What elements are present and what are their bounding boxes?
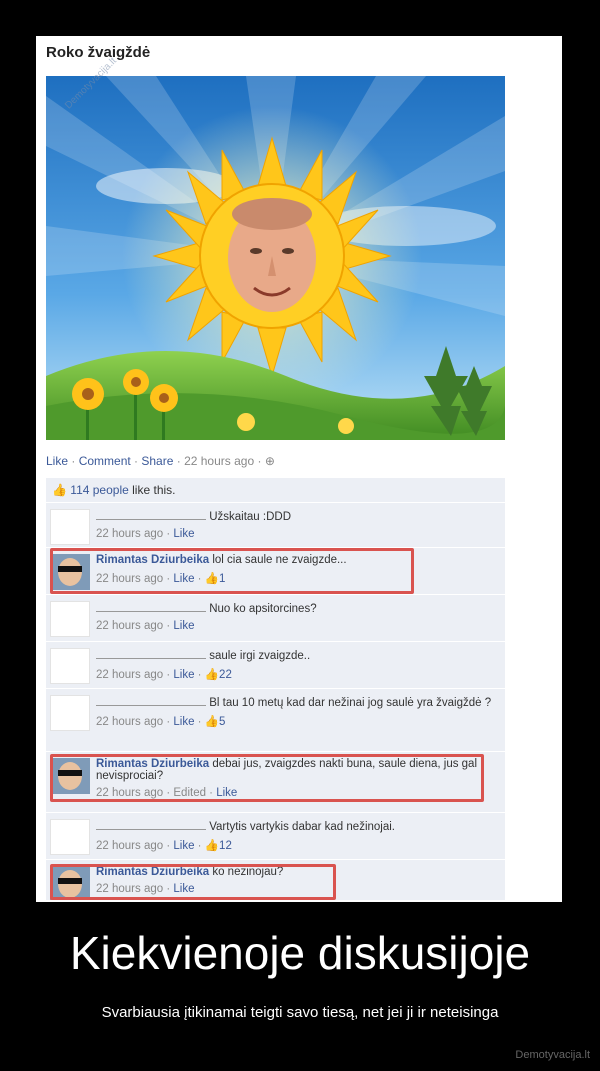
avatar-image (50, 866, 90, 900)
comment-link[interactable]: Comment (79, 454, 131, 468)
comment-text: Užskaitau :DDD (209, 511, 292, 523)
comment-list: Užskaitau :DDD 22 hours ago · Like Riman… (46, 503, 505, 900)
comment-time[interactable]: 22 hours ago (96, 620, 163, 632)
comment-like-link[interactable]: Like (173, 669, 194, 681)
like-count-value: 12 (219, 840, 232, 852)
comment-time[interactable]: 22 hours ago (96, 528, 163, 540)
avatar[interactable] (50, 866, 90, 900)
redacted-name (96, 509, 206, 520)
avatar[interactable] (50, 554, 90, 590)
comment-like-count[interactable]: 👍12 (205, 840, 232, 852)
comment-like-count[interactable]: 👍22 (205, 669, 232, 681)
comment-time[interactable]: 22 hours ago (96, 787, 163, 799)
comment: Rimantas Dziurbeika lol cia saule ne zva… (46, 548, 505, 595)
comment-like-link[interactable]: Like (173, 620, 194, 632)
thumbs-up-icon: 👍 (52, 483, 67, 497)
avatar[interactable] (50, 601, 90, 637)
caption-subtitle: Svarbiausia įtikinamai teigti savo tiesą… (101, 1004, 499, 1021)
likes-count-link[interactable]: 114 people (70, 483, 129, 497)
comment-like-count[interactable]: 👍5 (205, 716, 226, 728)
comment-like-count[interactable]: 👍1 (205, 573, 226, 585)
avatar-image (50, 758, 90, 794)
comment-text: lol cia saule ne zvaigzde... (212, 554, 347, 566)
comment-time[interactable]: 22 hours ago (96, 669, 163, 681)
comment-like-link[interactable]: Like (173, 883, 194, 895)
avatar[interactable] (50, 509, 90, 545)
post-photo[interactable] (46, 76, 505, 440)
comment-time[interactable]: 22 hours ago (96, 840, 163, 852)
avatar[interactable] (50, 648, 90, 684)
like-count-value: 22 (219, 669, 232, 681)
globe-icon: ⊕ (264, 454, 275, 468)
comment: saule irgi zvaigzde.. 22 hours ago · Lik… (46, 642, 505, 689)
comment-text: Vartytis vartykis dabar kad nežinojai. (209, 821, 395, 833)
comment: Rimantas Dziurbeika ko nezinojau? 22 hou… (46, 860, 505, 900)
caption-title: Kiekvienoje diskusijoje (69, 927, 531, 979)
post-actions: Like · Comment · Share · 22 hours ago · … (46, 454, 275, 468)
redacted-name (96, 601, 206, 612)
like-link[interactable]: Like (46, 454, 68, 468)
thumbs-up-icon: 👍 (204, 840, 220, 852)
avatar-image (50, 554, 90, 590)
comment-text: ko nezinojau? (212, 866, 284, 878)
edited-label: Edited (173, 787, 206, 799)
sun-baby-image (46, 76, 505, 440)
post-time[interactable]: 22 hours ago (184, 454, 254, 468)
share-link[interactable]: Share (141, 454, 173, 468)
comment-text: Bl tau 10 metų kad dar nežinai jog saulė… (209, 697, 492, 709)
comment-text: saule irgi zvaigzde.. (209, 650, 311, 662)
thumbs-up-icon: 👍 (204, 716, 220, 728)
comment-like-link[interactable]: Like (173, 528, 194, 540)
comment-like-link[interactable]: Like (173, 716, 194, 728)
comment: Nuo ko apsitorcines? 22 hours ago · Like (46, 595, 505, 642)
comment: Užskaitau :DDD 22 hours ago · Like (46, 503, 505, 548)
post-frame: Roko žvaigždė Demotyvacija.lt Like · Com… (36, 36, 562, 902)
redacted-name (96, 695, 206, 706)
comment-author[interactable]: Rimantas Dziurbeika (96, 758, 209, 770)
thumbs-up-icon: 👍 (204, 573, 220, 585)
comment-like-link[interactable]: Like (173, 573, 194, 585)
comment: Rimantas Dziurbeika debai jus, zvaigzdes… (46, 752, 505, 813)
comment: Bl tau 10 metų kad dar nežinai jog saulė… (46, 689, 505, 752)
redacted-name (96, 819, 206, 830)
avatar[interactable] (50, 819, 90, 855)
comment-time[interactable]: 22 hours ago (96, 573, 163, 585)
like-count-value: 5 (219, 716, 226, 728)
like-count-value: 1 (219, 573, 226, 585)
comment-time[interactable]: 22 hours ago (96, 883, 163, 895)
comment-author[interactable]: Rimantas Dziurbeika (96, 554, 209, 566)
comment-like-link[interactable]: Like (173, 840, 194, 852)
avatar[interactable] (50, 758, 90, 794)
likes-bar: 👍 114 people like this. (46, 478, 505, 502)
site-watermark: Demotyvacija.lt (515, 1049, 590, 1061)
comment-text: Nuo ko apsitorcines? (209, 603, 317, 615)
likes-suffix: like this. (132, 483, 176, 497)
redacted-name (96, 648, 206, 659)
avatar[interactable] (50, 695, 90, 731)
comment-like-link[interactable]: Like (216, 787, 237, 799)
comment: Vartytis vartykis dabar kad nežinojai. 2… (46, 813, 505, 860)
comment-author[interactable]: Rimantas Dziurbeika (96, 866, 209, 878)
thumbs-up-icon: 👍 (204, 669, 220, 681)
comment-time[interactable]: 22 hours ago (96, 716, 163, 728)
